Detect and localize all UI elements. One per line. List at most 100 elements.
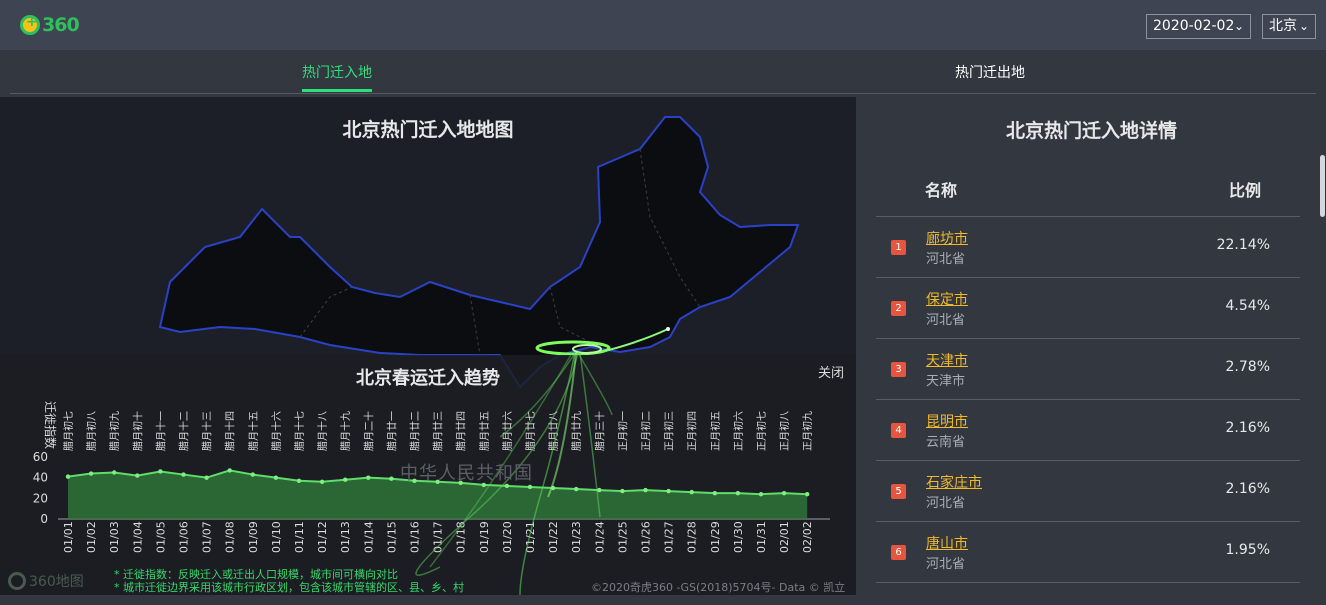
city-link[interactable]: 石家庄市 [926, 472, 982, 492]
table-row: 3 天津市 天津市 2.78% [876, 339, 1300, 400]
trend-point [574, 486, 579, 492]
city-link[interactable]: 廊坊市 [926, 228, 968, 248]
x-tick-label: 01/30 [732, 521, 745, 553]
tab-hot-in[interactable]: 热门迁入地 [302, 62, 372, 82]
rank-badge: 4 [891, 423, 906, 438]
trend-point [643, 487, 648, 493]
lunar-date-label: 正月初二 [640, 411, 653, 451]
lunar-date-label: 腊月十七 [293, 411, 306, 451]
country-label: 中华人民共和国 [400, 463, 533, 484]
trend-point [666, 488, 671, 494]
x-tick-label: 01/28 [686, 521, 699, 553]
x-tick-label: 01/03 [108, 521, 121, 553]
x-tick-label: 01/11 [293, 521, 306, 553]
date-select[interactable]: 2020-02-02 ⌄ [1146, 14, 1251, 39]
detail-panel: 北京热门迁入地详情 名称 比例 1 廊坊市 河北省 22.14% 2 保定市 河… [857, 97, 1326, 605]
city-link[interactable]: 昆明市 [926, 411, 968, 431]
active-tab-indicator [302, 89, 372, 92]
lunar-date-label: 正月初四 [686, 411, 699, 451]
x-tick-label: 01/19 [478, 521, 491, 553]
trend-point [204, 475, 209, 480]
trend-point [273, 475, 279, 480]
ratio-value: 4.54% [1225, 298, 1270, 314]
province-label: 河北省 [926, 557, 966, 572]
360-map-logo-text: 360地图 [29, 574, 84, 590]
x-tick-label: 01/08 [224, 521, 237, 553]
x-tick-label: 01/23 [570, 521, 583, 553]
lunar-date-label: 腊月十九 [339, 411, 352, 451]
city-link[interactable]: 保定市 [926, 289, 968, 309]
ratio-value: 1.95% [1225, 542, 1270, 558]
x-tick-label: 01/07 [201, 521, 214, 553]
lunar-date-label: 腊月十五 [247, 411, 260, 451]
column-header-name: 名称 [925, 181, 958, 200]
trend-point [805, 492, 810, 497]
chevron-down-icon: ⌄ [1298, 19, 1309, 33]
x-tick-label: 01/21 [524, 521, 537, 553]
lunar-date-label: 腊月十三 [201, 411, 214, 451]
lunar-date-label: 正月初一 [616, 411, 629, 451]
x-tick-label: 01/20 [501, 521, 514, 553]
ratio-value: 2.78% [1225, 359, 1270, 375]
360-map-logo: 360地图 [8, 571, 84, 591]
trend-point [135, 473, 140, 478]
trend-point [158, 469, 163, 474]
city-link[interactable]: 天津市 [926, 350, 968, 370]
trend-point [88, 471, 94, 476]
lunar-date-label: 腊月廿五 [479, 411, 491, 451]
x-tick-label: 01/18 [455, 521, 468, 553]
x-tick-label: 01/13 [339, 521, 352, 553]
x-tick-label: 01/12 [316, 521, 329, 553]
lunar-date-label: 正月初六 [732, 411, 745, 451]
city-select[interactable]: 北京 ⌄ [1262, 14, 1316, 39]
360-logo-icon [20, 14, 40, 35]
ratio-value: 22.14% [1216, 237, 1270, 253]
trend-point [389, 476, 394, 481]
province-label: 河北省 [926, 313, 966, 328]
trend-point [781, 490, 787, 496]
province-label: 河北省 [926, 252, 966, 267]
table-row: 2 保定市 河北省 4.54% [876, 278, 1300, 339]
table-row: 5 石家庄市 河北省 2.16% [876, 461, 1300, 522]
rank-badge: 1 [891, 240, 906, 255]
trend-point [366, 475, 371, 480]
province-label: 云南省 [926, 435, 966, 450]
lunar-date-label: 腊月十一 [154, 411, 167, 451]
lunar-date-label: 腊月二十 [362, 411, 375, 451]
x-tick-label: 02/02 [801, 521, 814, 553]
lunar-date-label: 腊月初七 [62, 411, 75, 451]
trend-point [597, 487, 602, 493]
lunar-date-label: 正月初三 [663, 411, 676, 451]
trend-point [319, 479, 325, 484]
tab-hot-out[interactable]: 热门迁出地 [955, 62, 1025, 82]
trend-point [620, 488, 625, 494]
trend-point [689, 489, 694, 495]
table-row: 6 唐山市 河北省 1.95% [876, 522, 1300, 583]
province-label: 河北省 [926, 496, 966, 511]
trend-point [527, 484, 533, 490]
trend-point [343, 477, 348, 482]
y-tick-label: 0 [40, 512, 48, 526]
360-logo[interactable]: 360 [20, 14, 80, 36]
rank-badge: 2 [891, 301, 906, 316]
detail-scrollbar[interactable] [1320, 155, 1325, 217]
trend-point [112, 470, 117, 475]
lunar-date-label: 腊月十六 [270, 411, 283, 451]
trend-point [65, 474, 71, 479]
ratio-value: 2.16% [1225, 481, 1270, 497]
lunar-date-label: 腊月廿六 [502, 411, 514, 451]
lunar-date-label: 正月初五 [709, 411, 722, 451]
rank-badge: 3 [891, 362, 906, 377]
x-tick-label: 01/01 [62, 521, 75, 553]
y-tick-label: 40 [33, 471, 48, 485]
lunar-date-label: 腊月初十 [131, 411, 144, 451]
lunar-date-label: 正月初七 [755, 411, 768, 451]
city-link[interactable]: 唐山市 [926, 533, 968, 553]
lunar-date-label: 腊月廿二 [410, 411, 422, 451]
logo-text: 360 [42, 14, 80, 36]
x-tick-label: 01/17 [432, 521, 445, 553]
table-row: 4 昆明市 云南省 2.16% [876, 400, 1300, 461]
map-panel[interactable]: 北京热门迁入地地图 北京春运迁入趋势 关闭 迁徙指数 0 20 40 60 01/01 01… [0, 97, 856, 595]
y-axis-title: 迁徙指数 [43, 401, 58, 449]
x-tick-label: 01/09 [247, 521, 260, 553]
